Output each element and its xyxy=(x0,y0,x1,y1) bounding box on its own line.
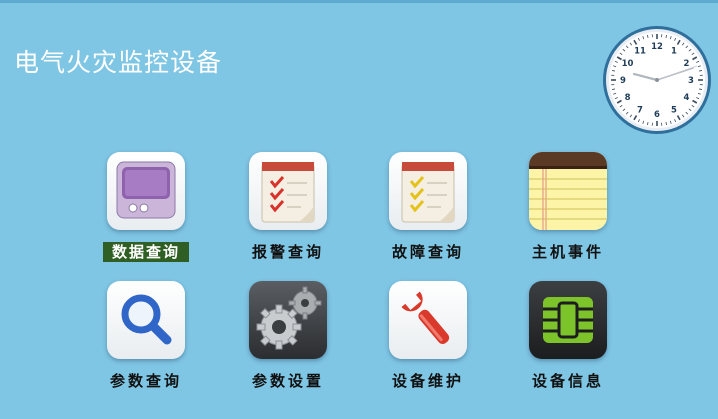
magnifier-icon xyxy=(107,281,185,359)
menu-tile-alarm-query[interactable]: 报警查询 xyxy=(243,152,333,272)
clock-numeral: 5 xyxy=(671,105,677,115)
tile-label-alarm-query: 报警查询 xyxy=(251,243,324,261)
menu-tile-host-events[interactable]: 主机事件 xyxy=(523,152,613,272)
gears-icon xyxy=(249,281,327,359)
tile-label-device-info: 设备信息 xyxy=(531,372,604,390)
clock-numeral: 6 xyxy=(654,110,660,120)
tile-label-device-maintenance: 设备维护 xyxy=(391,372,464,390)
tile-label-parameter-settings: 参数设置 xyxy=(251,372,324,390)
legal-pad-icon xyxy=(529,152,607,230)
wrench-icon xyxy=(389,281,467,359)
menu-tile-data-query[interactable]: 数据查询 xyxy=(101,152,191,272)
monitor-icon xyxy=(107,152,185,230)
checklist-notepad-icon xyxy=(249,152,327,230)
menu-tile-parameter-query[interactable]: 参数查询 xyxy=(101,281,191,401)
clock-numeral: 4 xyxy=(683,93,689,103)
tile-label-data-query: 数据查询 xyxy=(103,242,189,262)
tile-label-host-events: 主机事件 xyxy=(531,243,604,261)
clock-numeral: 9 xyxy=(620,76,626,86)
menu-tile-parameter-settings[interactable]: 参数设置 xyxy=(243,281,333,401)
clock-numeral: 10 xyxy=(622,59,634,69)
chip-icon xyxy=(529,281,607,359)
menu-tile-device-info[interactable]: 设备信息 xyxy=(523,281,613,401)
top-border xyxy=(0,0,718,3)
checklist-notepad-icon xyxy=(389,152,467,230)
tile-label-parameter-query: 参数查询 xyxy=(109,372,182,390)
clock-numeral: 3 xyxy=(688,76,694,86)
clock-numeral: 8 xyxy=(625,93,631,103)
app-title: 电气火灾监控设备 xyxy=(14,48,223,77)
clock-numeral: 12 xyxy=(651,42,663,52)
menu-tile-fault-query[interactable]: 故障查询 xyxy=(383,152,473,272)
analog-clock: 12 12 3 45 6 78 9 1011 xyxy=(603,26,711,134)
clock-numeral: 2 xyxy=(683,59,689,69)
clock-numeral: 11 xyxy=(634,47,646,57)
clock-numeral: 1 xyxy=(671,47,677,57)
menu-tile-device-maintenance[interactable]: 设备维护 xyxy=(383,281,473,401)
tile-label-fault-query: 故障查询 xyxy=(391,243,464,261)
clock-numeral: 7 xyxy=(637,105,643,115)
